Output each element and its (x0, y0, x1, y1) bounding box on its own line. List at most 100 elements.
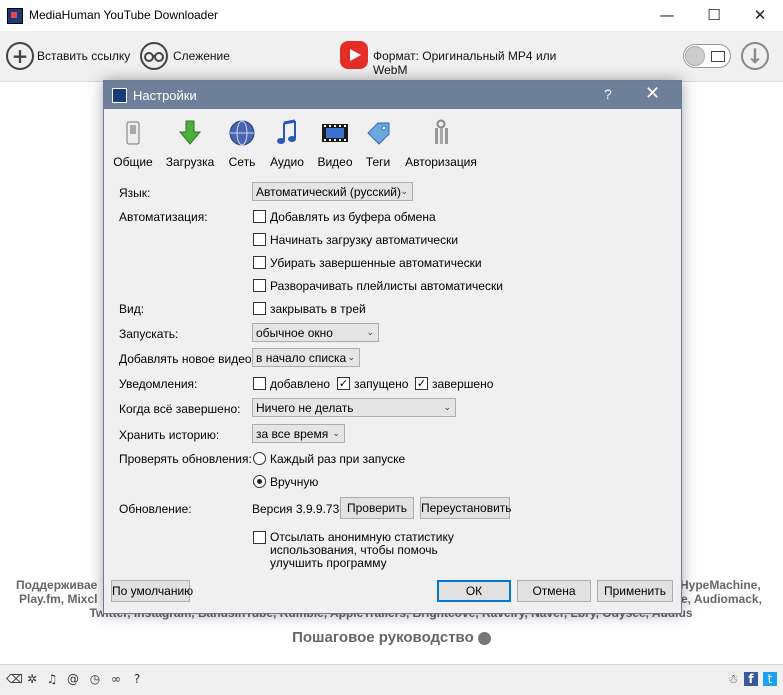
check-update-button[interactable]: Проверить (340, 497, 414, 519)
language-value: Автоматический (русский) (256, 185, 401, 199)
chevron-down-icon: ⌄ (347, 353, 355, 363)
auto-start-checkbox[interactable] (253, 233, 266, 246)
history-value: за все время (256, 427, 329, 441)
format-label: Формат: Оригинальный MP4 или WebM (373, 49, 557, 77)
launch-value: обычное окно (256, 326, 333, 340)
bug-icon[interactable]: ☃ (726, 672, 740, 686)
update-every-launch-radio[interactable] (253, 452, 266, 465)
update-manual-label: Вручную (270, 475, 319, 489)
video-icon (711, 51, 725, 62)
version-text: Версия 3.9.9.73 (252, 502, 340, 516)
plus-icon: + (6, 42, 34, 70)
language-label: Язык: (119, 186, 151, 200)
switch-icon (126, 121, 140, 145)
film-strip-icon (322, 124, 348, 142)
apply-button[interactable]: Применить (597, 580, 673, 602)
notifications-label: Уведомления: (119, 377, 198, 391)
chevron-down-icon: ⌄ (332, 429, 340, 439)
when-done-select[interactable]: Ничего не делать ⌄ (252, 398, 456, 417)
dialog-title-bar: Настройки ? ✕ (104, 81, 681, 109)
notify-started-label: запущено (354, 377, 409, 391)
youtube-icon (340, 41, 368, 69)
auto-clipboard-checkbox[interactable] (253, 210, 266, 223)
dialog-title: Настройки (133, 88, 197, 103)
update-manual-radio[interactable] (253, 475, 266, 488)
download-arrow-icon (178, 120, 202, 145)
add-video-select[interactable]: в начало списка ⌄ (252, 348, 360, 367)
when-done-label: Когда всё завершено: (119, 402, 241, 416)
defaults-button[interactable]: По умолчанию (111, 580, 193, 602)
auto-remove-label: Убирать завершенные автоматически (270, 256, 482, 270)
tracking-label: Слежение (173, 49, 230, 63)
automation-label: Автоматизация: (119, 210, 208, 224)
auto-start-label: Начинать загрузку автоматически (270, 233, 459, 247)
update-label: Обновление: (119, 502, 192, 516)
chevron-down-icon: ⌄ (443, 403, 451, 413)
stats-line-3: улучшить программу (270, 556, 387, 570)
reinstall-button[interactable]: Переустановить (420, 497, 512, 519)
supported-sites-line2-left: Play.fm, Mixcl (19, 592, 98, 606)
notify-started-checkbox[interactable]: ✓ (337, 377, 350, 390)
tab-label: Общие (113, 155, 153, 169)
guide-link[interactable]: Пошаговое руководство (0, 629, 783, 646)
maximize-button[interactable]: ☐ (691, 0, 737, 31)
cancel-button[interactable]: Отмена (517, 580, 591, 602)
add-video-value: в начало списка (256, 351, 347, 365)
keys-icon (435, 119, 448, 144)
auto-clipboard-label: Добавлять из буфера обмена (270, 210, 436, 224)
anonymous-stats-label: Отсылать анонимную статистику использова… (270, 531, 454, 570)
supported-sites-left: Поддерживае (16, 578, 98, 592)
facebook-icon[interactable]: f (744, 672, 758, 686)
minimize-tray-label: закрывать в трей (270, 302, 366, 316)
tracking-button[interactable]: Слежение (140, 42, 230, 70)
clock-icon[interactable]: ◷ (88, 672, 102, 686)
supported-sites-right: HypeMachine, (680, 578, 761, 592)
app-logo-icon (7, 8, 23, 24)
music-icon[interactable]: ♫ (45, 672, 59, 686)
download-all-icon[interactable]: ↓ (741, 42, 769, 70)
arrow-circle-icon (477, 631, 491, 645)
guide-label: Пошаговое руководство (292, 629, 474, 646)
history-label: Хранить историю: (119, 428, 220, 442)
main-toolbar: + Вставить ссылку Слежение Формат: Ориги… (0, 31, 783, 82)
dialog-close-button[interactable]: ✕ (645, 83, 660, 104)
tab-label: Аудио (270, 155, 304, 169)
auto-remove-checkbox[interactable] (253, 256, 266, 269)
binoculars-small-icon[interactable]: ∞ (109, 672, 123, 686)
dialog-app-icon (112, 88, 127, 103)
format-button[interactable]: Формат: Оригинальный MP4 или WebM (340, 41, 580, 77)
settings-icon[interactable]: ✲ (25, 672, 39, 686)
anonymous-stats-checkbox[interactable] (253, 531, 266, 544)
globe-icon (229, 120, 255, 146)
tab-label: Теги (365, 155, 391, 169)
tab-label: Загрузка (165, 155, 215, 169)
tab-label: Сеть (228, 155, 256, 169)
snail-icon[interactable]: @ (66, 672, 80, 686)
close-window-button[interactable]: ✕ (737, 0, 783, 31)
video-mode-toggle[interactable] (683, 44, 731, 68)
auto-expand-checkbox[interactable] (253, 279, 266, 292)
ok-button[interactable]: ОК (437, 580, 511, 602)
paste-link-button[interactable]: + Вставить ссылку (6, 42, 131, 70)
help-icon[interactable]: ? (130, 672, 144, 686)
notify-added-checkbox[interactable] (253, 377, 266, 390)
language-select[interactable]: Автоматический (русский) ⌄ (252, 182, 413, 201)
clean-icon[interactable]: ⌫ (6, 672, 23, 686)
update-every-launch-label: Каждый раз при запуске (270, 452, 406, 466)
dialog-help-button[interactable]: ? (604, 86, 612, 102)
notify-finished-checkbox[interactable]: ✓ (415, 377, 428, 390)
tab-label: Авторизация (405, 155, 477, 169)
history-select[interactable]: за все время ⌄ (252, 424, 345, 443)
auto-expand-label: Разворачивать плейлисты автоматически (270, 279, 503, 293)
notify-finished-label: завершено (432, 377, 494, 391)
view-label: Вид: (119, 302, 145, 316)
twitter-icon[interactable]: t (763, 672, 777, 686)
paste-link-label: Вставить ссылку (37, 49, 131, 63)
minimize-tray-checkbox[interactable] (253, 302, 266, 315)
minimize-button[interactable]: — (644, 0, 690, 31)
notify-added-label: добавлено (270, 377, 331, 391)
launch-select[interactable]: обычное окно ⌄ (252, 323, 379, 342)
settings-dialog: Настройки ? ✕ Общие Загрузка Сеть Аудио … (103, 80, 682, 614)
title-bar: MediaHuman YouTube Downloader — ☐ ✕ (0, 0, 783, 31)
when-done-value: Ничего не делать (256, 401, 354, 415)
